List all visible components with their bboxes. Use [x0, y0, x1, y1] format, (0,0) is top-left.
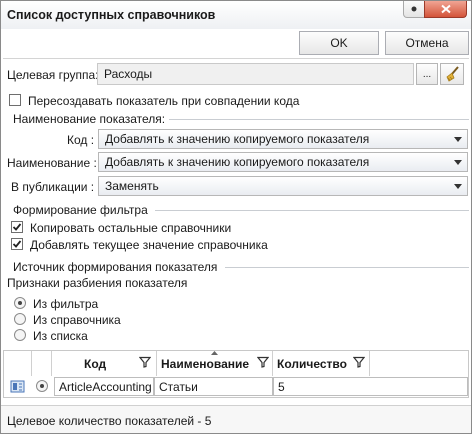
- status-bar: Целевое количество показателей - 5: [1, 405, 471, 433]
- copy-refs-checkbox[interactable]: [11, 221, 23, 233]
- radio-from-list[interactable]: [14, 329, 26, 341]
- radio-from-list-label: Из списка: [33, 329, 88, 343]
- filter-icon[interactable]: [257, 356, 269, 368]
- name-select-value: Добавлять к значению копируемого показат…: [105, 155, 370, 169]
- recreate-label: Пересоздавать показатель при совпадении …: [28, 94, 300, 108]
- split-attributes-label: Признаки разбиения показателя: [7, 276, 188, 290]
- add-current-value-checkbox[interactable]: [11, 238, 23, 250]
- broom-icon: [446, 66, 459, 82]
- filter-icon[interactable]: [139, 356, 151, 368]
- clear-button[interactable]: [440, 63, 464, 85]
- code-label: Код :: [67, 133, 95, 147]
- recreate-checkbox[interactable]: [9, 94, 21, 106]
- cell-name: Статьи: [154, 377, 273, 396]
- divider: [3, 58, 469, 59]
- ok-button[interactable]: OK: [299, 31, 379, 55]
- title-bar: Список доступных справочников: [1, 1, 471, 29]
- grid-select-header: [32, 351, 52, 376]
- target-group-field[interactable]: Расходы: [97, 63, 414, 85]
- row-indicator-icon: [10, 380, 25, 393]
- grid-indicator-header: [4, 351, 32, 376]
- source-section-title: Источник формирования показателя: [13, 260, 218, 274]
- chevron-down-icon: [454, 184, 462, 189]
- copy-refs-label: Копировать остальные справочники: [30, 221, 232, 235]
- help-button[interactable]: [403, 1, 425, 18]
- help-icon: [411, 6, 417, 12]
- browse-button[interactable]: ...: [416, 63, 438, 85]
- code-select[interactable]: Добавлять к значению копируемого показат…: [98, 129, 468, 149]
- dialog-window: Список доступных справочников OK Отмена …: [0, 0, 472, 434]
- status-text: Целевое количество показателей - 5: [7, 414, 212, 428]
- column-header-code[interactable]: Код: [52, 351, 157, 376]
- target-group-value: Расходы: [104, 67, 153, 81]
- section-line: [169, 119, 469, 120]
- filter-section-title: Формирование фильтра: [13, 203, 148, 217]
- cell-code: ArticleAccounting: [54, 377, 154, 396]
- row-select-radio[interactable]: [36, 380, 48, 392]
- section-line: [155, 210, 469, 211]
- column-header-name-label: Наименование: [161, 357, 250, 371]
- naming-section-title: Наименование показателя:: [13, 112, 166, 126]
- name-select[interactable]: Добавлять к значению копируемого показат…: [98, 152, 468, 172]
- column-header-code-label: Код: [84, 357, 107, 371]
- close-icon: [440, 4, 451, 14]
- cell-count: 5: [273, 377, 468, 396]
- column-header-count[interactable]: Количество: [273, 351, 370, 376]
- data-grid: Код Наименование Количество ArticleAccou…: [3, 350, 469, 398]
- radio-from-reference-label: Из справочника: [33, 313, 121, 327]
- checkmark-icon: [12, 240, 22, 248]
- publication-label: В публикации :: [11, 180, 95, 194]
- section-line: [225, 267, 469, 268]
- cancel-button[interactable]: Отмена: [385, 31, 469, 55]
- chevron-down-icon: [454, 137, 462, 142]
- radio-from-filter[interactable]: [14, 297, 26, 309]
- target-group-label: Целевая группа:: [7, 68, 99, 82]
- radio-from-filter-label: Из фильтра: [33, 297, 99, 311]
- checkmark-icon: [12, 223, 22, 231]
- sort-ascending-icon: [211, 351, 218, 355]
- name-label: Наименование :: [7, 156, 97, 170]
- code-select-value: Добавлять к значению копируемого показат…: [105, 132, 370, 146]
- close-button[interactable]: [424, 1, 467, 18]
- radio-from-reference[interactable]: [14, 313, 26, 325]
- publication-select-value: Заменять: [105, 179, 159, 193]
- column-header-name[interactable]: Наименование: [157, 351, 273, 376]
- filter-icon[interactable]: [353, 356, 365, 368]
- column-header-count-label: Количество: [277, 357, 347, 371]
- chevron-down-icon: [454, 160, 462, 165]
- publication-select[interactable]: Заменять: [98, 176, 468, 196]
- add-current-value-label: Добавлять текущее значение справочника: [30, 238, 268, 252]
- window-title: Список доступных справочников: [7, 8, 216, 22]
